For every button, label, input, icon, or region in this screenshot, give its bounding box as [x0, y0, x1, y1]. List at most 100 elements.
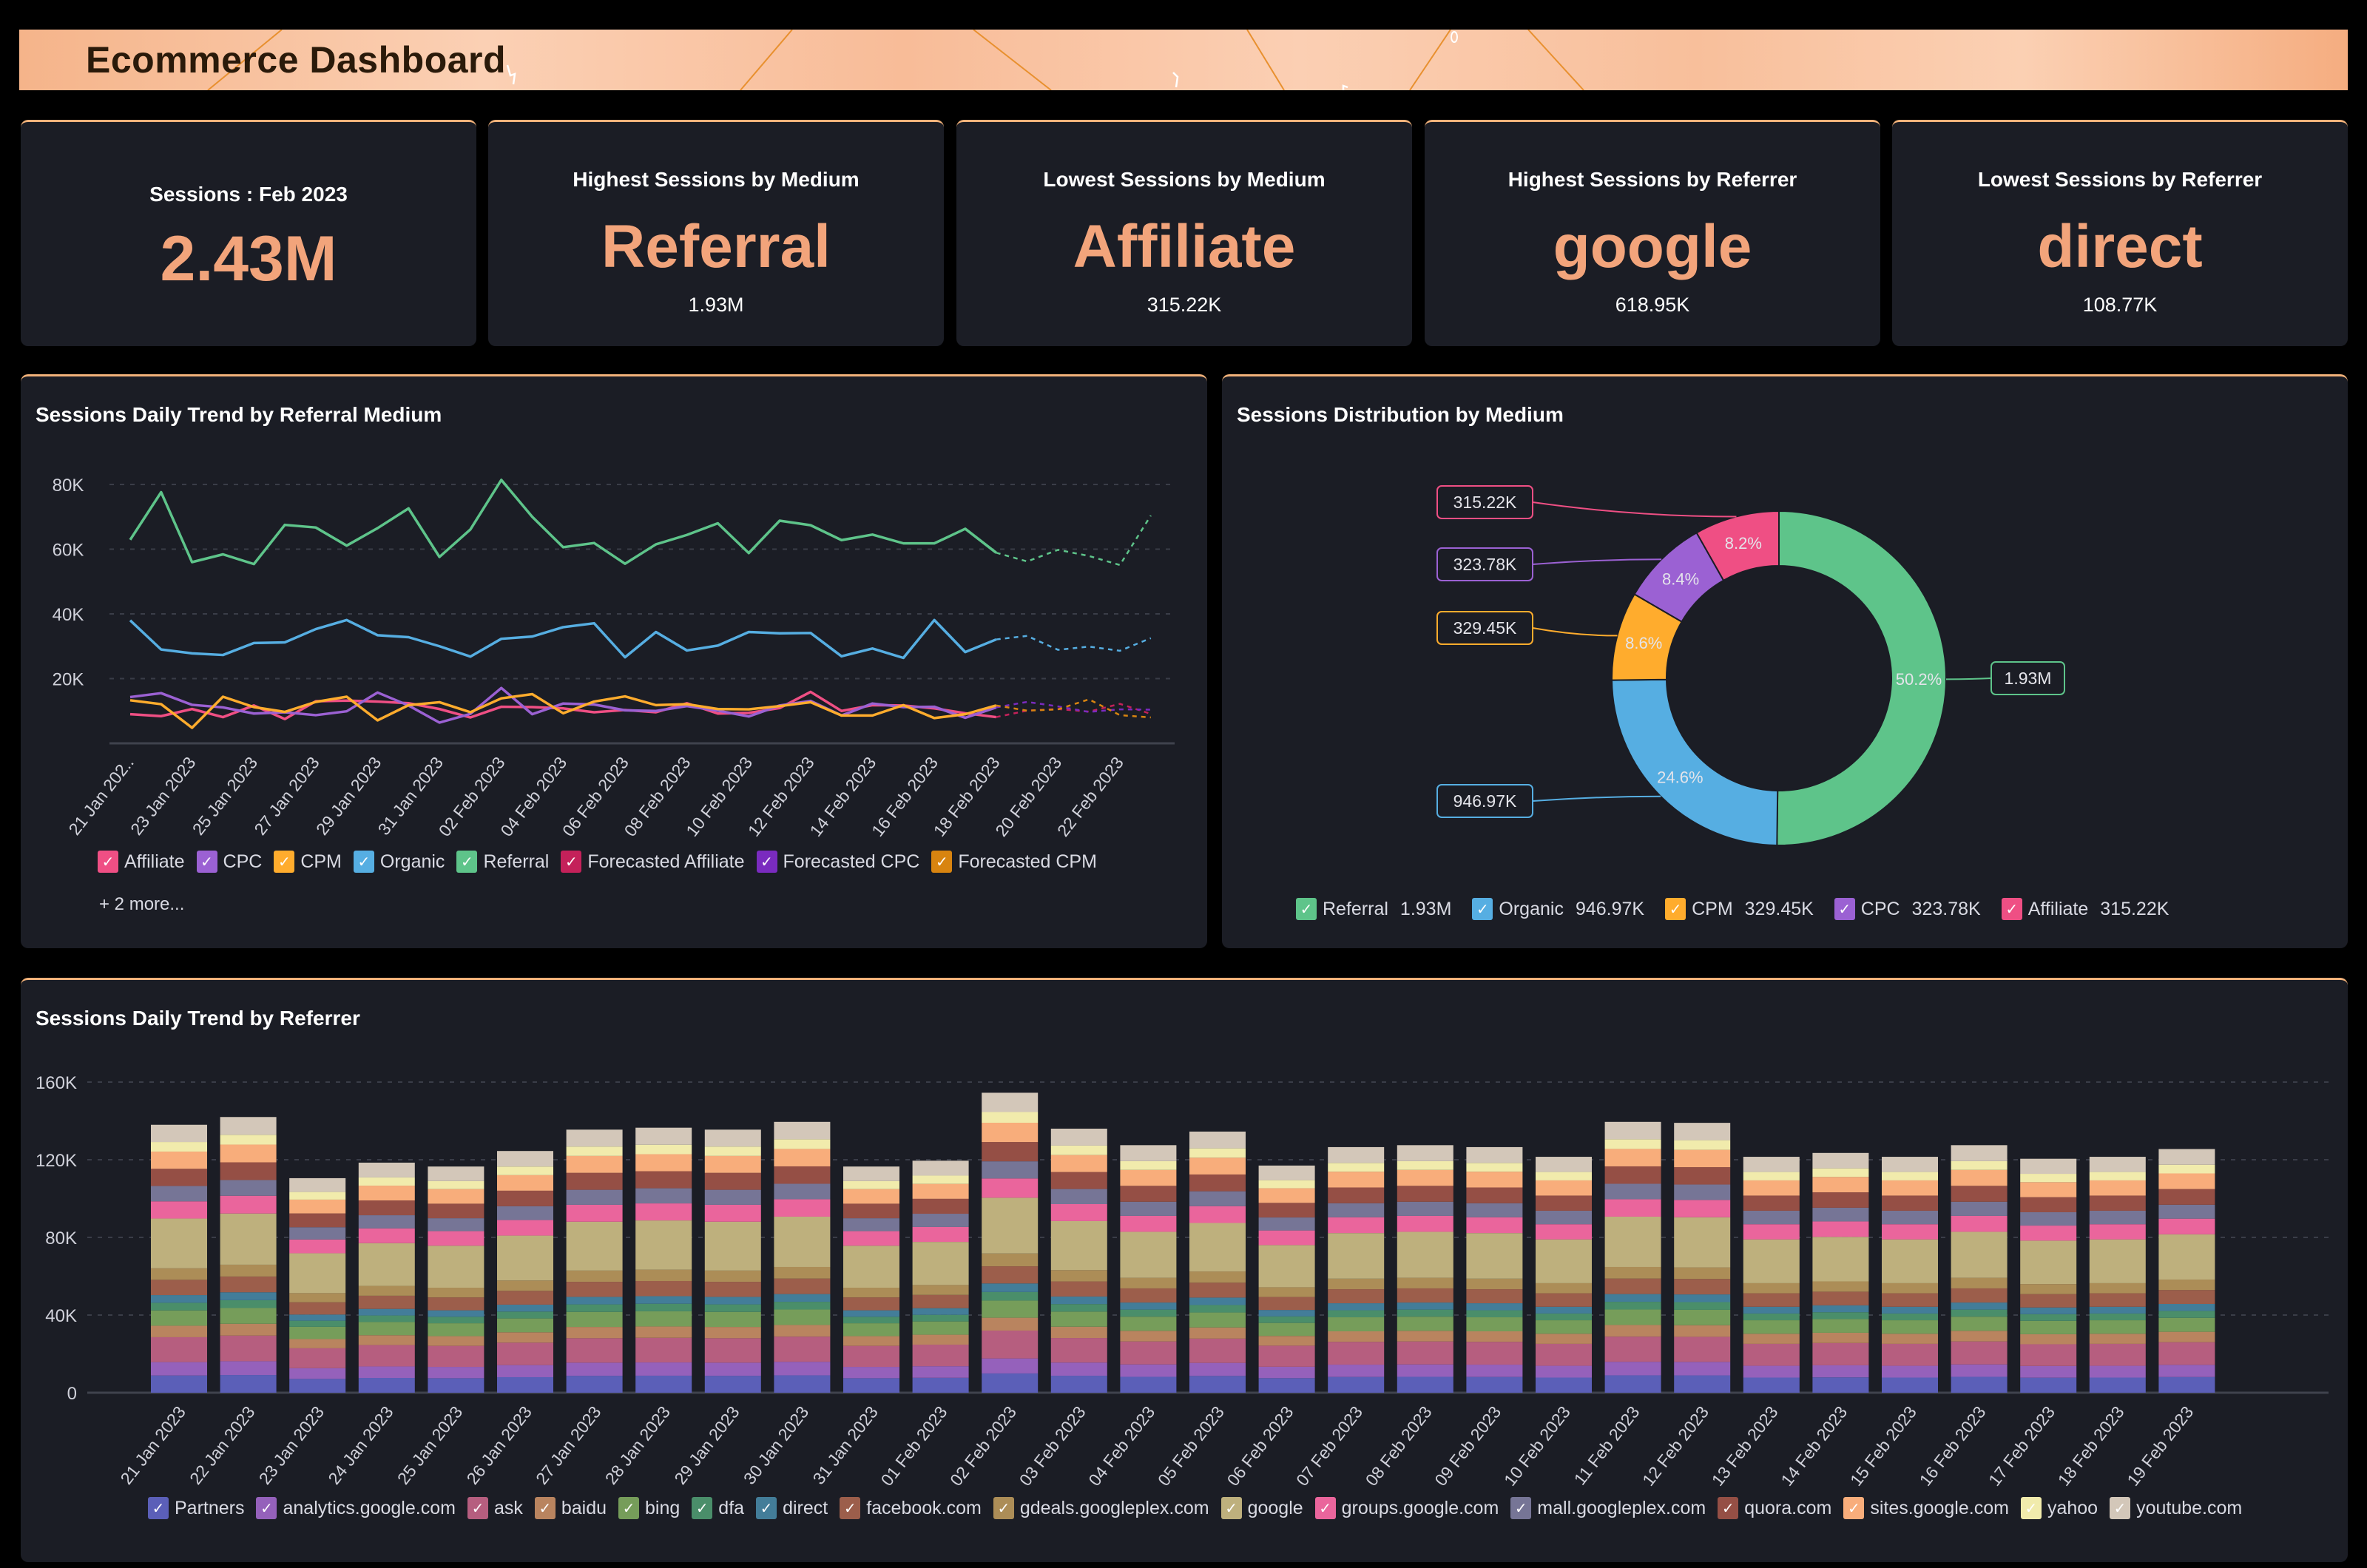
bar-segment-google[interactable] [358, 1243, 415, 1286]
bar-segment-ask[interactable] [1674, 1336, 1731, 1362]
bar-segment-youtube-com[interactable] [1604, 1121, 1661, 1140]
bar-segment-mall-googleplex-com[interactable] [912, 1214, 969, 1227]
bar-segment-gdeals-googleplex-com[interactable] [1466, 1278, 1523, 1290]
bar-segment-direct[interactable] [774, 1294, 831, 1302]
legend-item[interactable]: ✓ Referral 1.93M [1296, 894, 1460, 924]
bar-segment-sites-google-com[interactable] [358, 1186, 415, 1201]
bar-segment-Partners[interactable] [1120, 1376, 1177, 1393]
bar-segment-ask[interactable] [982, 1330, 1039, 1359]
bar-segment-google[interactable] [566, 1221, 623, 1271]
legend-checkbox-icon[interactable]: ✓ [467, 1497, 488, 1519]
bar-segment-quora-com[interactable] [428, 1203, 484, 1219]
bar-segment-bing[interactable] [497, 1318, 553, 1333]
bar-segment-gdeals-googleplex-com[interactable] [1189, 1271, 1246, 1283]
bar-segment-google[interactable] [151, 1218, 207, 1268]
bar-segment-mall-googleplex-com[interactable] [2089, 1210, 2146, 1225]
bar-segment-ask[interactable] [2158, 1342, 2215, 1365]
bar-segment-google[interactable] [1812, 1237, 1869, 1282]
series-line-referral[interactable] [129, 479, 997, 566]
legend-item[interactable]: ✓ CPM 329.45K [1665, 894, 1823, 924]
bar-segment-yahoo[interactable] [1812, 1168, 1869, 1177]
bar-segment-sites-google-com[interactable] [1466, 1172, 1523, 1188]
bar-segment-quora-com[interactable] [220, 1162, 277, 1180]
bar-segment-groups-google-com[interactable] [220, 1195, 277, 1214]
bar-segment-groups-google-com[interactable] [1328, 1217, 1385, 1234]
bar-segment-sites-google-com[interactable] [635, 1154, 692, 1172]
bar-segment-sites-google-com[interactable] [497, 1175, 553, 1191]
bar-segment-quora-com[interactable] [1882, 1195, 1938, 1211]
series-line-cpc[interactable] [129, 686, 997, 724]
bar-segment-ask[interactable] [1466, 1342, 1523, 1365]
bar-segment-Partners[interactable] [912, 1377, 969, 1393]
bar-segment-sites-google-com[interactable] [1743, 1180, 1800, 1196]
bar-segment-baidu[interactable] [774, 1325, 831, 1337]
legend-checkbox-icon[interactable]: ✓ [1718, 1497, 1739, 1519]
series-line-forecasted-cpm[interactable] [996, 698, 1151, 719]
bar-segment-Partners[interactable] [220, 1375, 277, 1393]
bar-segment-gdeals-googleplex-com[interactable] [704, 1270, 761, 1283]
bar-stack[interactable] [1882, 1157, 1938, 1393]
bar-segment-facebook-com[interactable] [1466, 1289, 1523, 1304]
bar-segment-google[interactable] [497, 1235, 553, 1281]
bar-segment-dfa[interactable] [566, 1304, 623, 1312]
bar-segment-Partners[interactable] [1812, 1377, 1869, 1393]
bar-stack[interactable] [358, 1162, 415, 1393]
bar-segment-ask[interactable] [1189, 1338, 1246, 1363]
bar-segment-direct[interactable] [2089, 1306, 2146, 1314]
bar-segment-youtube-com[interactable] [635, 1127, 692, 1145]
bar-segment-direct[interactable] [151, 1295, 207, 1303]
bar-segment-quora-com[interactable] [2089, 1195, 2146, 1211]
bar-segment-youtube-com[interactable] [912, 1160, 969, 1176]
bar-stack[interactable] [704, 1129, 761, 1393]
bar-segment-dfa[interactable] [912, 1314, 969, 1322]
bar-segment-analytics-google-com[interactable] [1466, 1365, 1523, 1377]
bar-segment-direct[interactable] [1050, 1296, 1107, 1305]
legend-item[interactable]: ✓ quora.com [1718, 1493, 1831, 1523]
bar-segment-mall-googleplex-com[interactable] [2158, 1204, 2215, 1219]
bar-segment-baidu[interactable] [704, 1327, 761, 1339]
bar-segment-bing[interactable] [2020, 1320, 2077, 1334]
legend-item[interactable]: ✓ Referral [456, 847, 549, 876]
bar-stack[interactable] [635, 1127, 692, 1393]
bar-segment-baidu[interactable] [1466, 1331, 1523, 1342]
bar-segment-analytics-google-com[interactable] [428, 1367, 484, 1379]
legend-checkbox-icon[interactable]: ✓ [756, 1497, 777, 1519]
bar-segment-quora-com[interactable] [1604, 1166, 1661, 1184]
bar-segment-analytics-google-com[interactable] [843, 1367, 899, 1379]
bar-segment-yahoo[interactable] [1120, 1160, 1177, 1170]
bar-segment-quora-com[interactable] [1812, 1192, 1869, 1208]
bar-segment-google[interactable] [289, 1253, 346, 1294]
bar-segment-baidu[interactable] [566, 1327, 623, 1339]
bar-stack[interactable] [774, 1121, 831, 1393]
bar-stack[interactable] [1258, 1165, 1315, 1393]
legend-item[interactable]: ✓ sites.google.com [1843, 1493, 2009, 1523]
bar-segment-analytics-google-com[interactable] [912, 1366, 969, 1378]
bar-segment-gdeals-googleplex-com[interactable] [982, 1253, 1039, 1267]
bar-segment-analytics-google-com[interactable] [2158, 1365, 2215, 1377]
bar-segment-yahoo[interactable] [428, 1180, 484, 1189]
bar-segment-groups-google-com[interactable] [289, 1239, 346, 1254]
bar-segment-mall-googleplex-com[interactable] [1536, 1210, 1592, 1225]
bar-segment-sites-google-com[interactable] [1882, 1180, 1938, 1196]
bar-segment-youtube-com[interactable] [1050, 1129, 1107, 1146]
bar-segment-Partners[interactable] [1604, 1375, 1661, 1393]
bar-segment-ask[interactable] [220, 1335, 277, 1362]
bar-segment-groups-google-com[interactable] [2089, 1224, 2146, 1240]
bar-segment-dfa[interactable] [1397, 1309, 1453, 1317]
bar-segment-gdeals-googleplex-com[interactable] [1050, 1270, 1107, 1282]
legend-item[interactable]: ✓ Organic [353, 847, 445, 876]
legend-checkbox-icon[interactable]: ✓ [1510, 1497, 1532, 1519]
legend-item[interactable]: ✓ ask [467, 1493, 523, 1523]
bar-segment-groups-google-com[interactable] [1397, 1215, 1453, 1232]
bar-segment-gdeals-googleplex-com[interactable] [1812, 1281, 1869, 1292]
bar-segment-facebook-com[interactable] [1258, 1297, 1315, 1311]
bar-segment-google[interactable] [428, 1246, 484, 1288]
bar-segment-ask[interactable] [843, 1345, 899, 1368]
bar-segment-dfa[interactable] [843, 1317, 899, 1324]
bar-segment-direct[interactable] [1812, 1305, 1869, 1313]
bar-segment-mall-googleplex-com[interactable] [1743, 1210, 1800, 1225]
bar-segment-baidu[interactable] [982, 1317, 1039, 1331]
bar-segment-ask[interactable] [428, 1345, 484, 1368]
bar-segment-baidu[interactable] [1397, 1331, 1453, 1342]
bar-segment-quora-com[interactable] [1189, 1174, 1246, 1192]
